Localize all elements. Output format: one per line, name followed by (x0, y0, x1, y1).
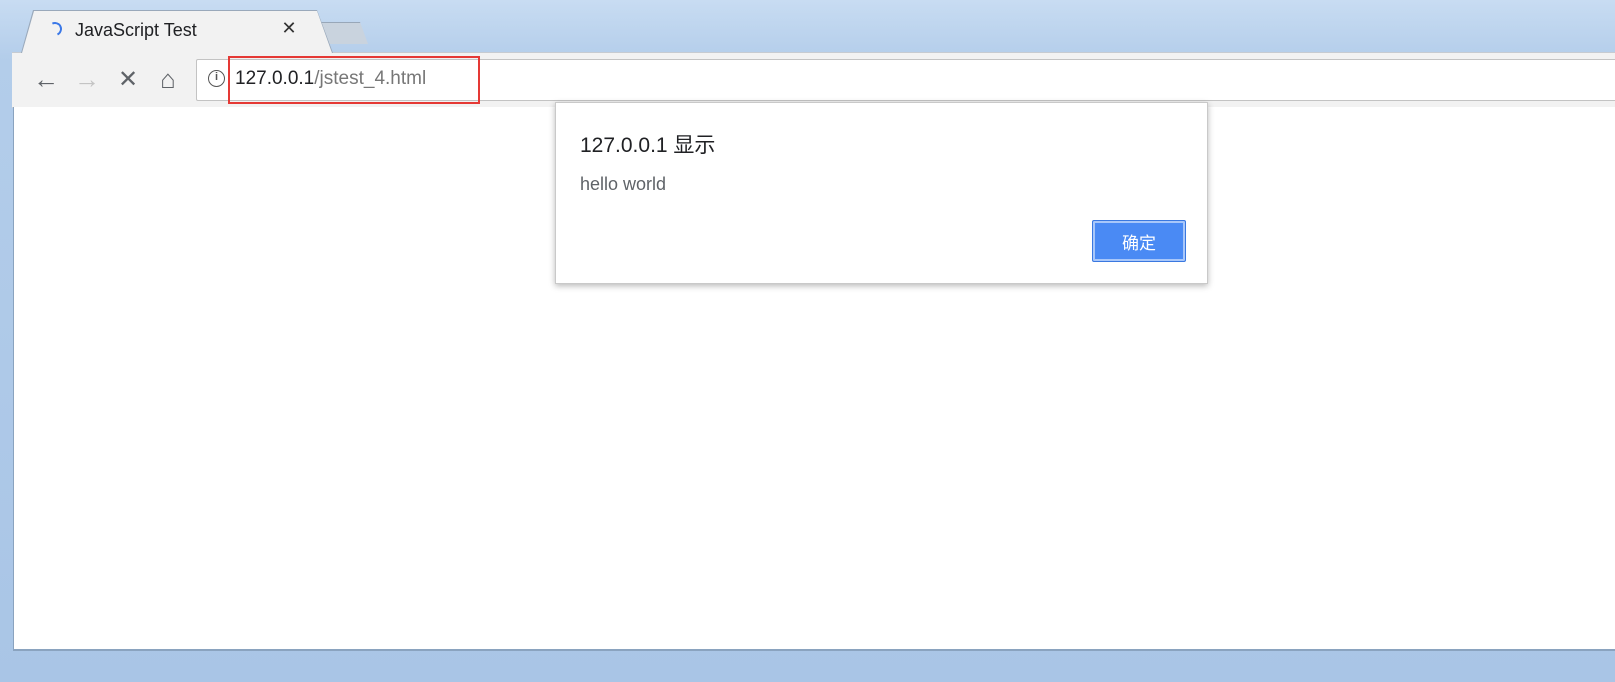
dialog-message: hello world (580, 174, 667, 194)
stop-icon[interactable]: ✕ (113, 64, 143, 94)
tab-title: JavaScript Test (75, 20, 197, 40)
url-highlight-box (228, 56, 480, 104)
forward-arrow-icon[interactable]: → (72, 64, 102, 94)
info-icon[interactable]: i (208, 70, 225, 87)
ok-button[interactable]: 确定 (1092, 220, 1186, 262)
home-icon[interactable]: ⌂ (153, 64, 183, 94)
browser-window: JavaScript Test ✕ ← → ✕ ⌂ i 127.0.0.1/js… (12, 0, 1615, 670)
alert-dialog: 127.0.0.1 显示 hello world 确定 (555, 102, 1208, 284)
close-icon[interactable]: ✕ (280, 19, 298, 37)
dialog-title: 127.0.0.1 显示 (580, 134, 716, 157)
back-arrow-icon[interactable]: ← (31, 64, 61, 94)
